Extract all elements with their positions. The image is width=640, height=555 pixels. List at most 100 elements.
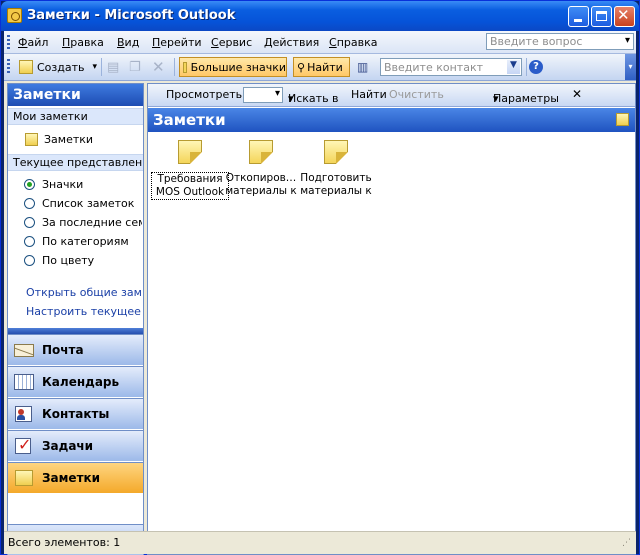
menubar-grip[interactable]: [7, 35, 10, 49]
note-caption: Требования MOS Outlook: [151, 172, 229, 200]
toolbar-separator: [174, 58, 175, 76]
notes-icon: [13, 469, 35, 487]
close-find-icon[interactable]: ✕: [572, 87, 582, 101]
view-option-label: По цвету: [42, 254, 95, 267]
menu-view[interactable]: Вид: [117, 36, 139, 49]
title-bar[interactable]: Заметки - Microsoft Outlook ✕: [1, 1, 639, 31]
nav-button-label: Контакты: [42, 407, 110, 421]
calendar-icon: [13, 373, 35, 391]
chevron-down-icon: ▾: [92, 62, 98, 72]
print-icon[interactable]: ▤: [107, 57, 123, 77]
close-button[interactable]: ✕: [614, 6, 635, 27]
note-caption: Откопиров… материалы к: [222, 172, 300, 198]
nav-button-label: Задачи: [42, 439, 94, 453]
view-option-last-seven-days[interactable]: За последние семь дней: [24, 216, 142, 229]
folder-header: Заметки: [148, 108, 635, 132]
menu-go[interactable]: Перейти: [152, 36, 202, 49]
menu-bar: Файл Правка Вид Перейти Сервис Действия …: [4, 31, 636, 54]
current-view-section: Текущее представление: [8, 154, 143, 171]
find-now-button[interactable]: Найти: [351, 88, 387, 101]
menu-help[interactable]: Справка: [329, 36, 377, 49]
tasks-icon: ✓: [13, 435, 35, 455]
options-label: Параметры: [493, 92, 559, 105]
customize-view-link[interactable]: Настроить текущее представление: [26, 305, 142, 318]
folder-title: Заметки: [153, 111, 226, 129]
nav-button-contacts[interactable]: Контакты: [8, 398, 143, 429]
menu-tools[interactable]: Сервис: [211, 36, 252, 49]
new-button-label: Создать: [37, 60, 85, 74]
chevron-down-icon: ▾: [493, 92, 499, 105]
open-shared-notes-link[interactable]: Открыть общие заметки: [26, 286, 142, 299]
note-caption-line: MOS Outlook: [155, 186, 225, 198]
nav-folder-notes[interactable]: Заметки: [25, 133, 93, 146]
find-contact-input[interactable]: Введите контакт ▼: [380, 58, 522, 76]
standard-toolbar: Создать ▾ ▤ ❐ ✕ Большие значки ⚲ Найти ▥…: [4, 54, 636, 81]
view-option-label: По категориям: [42, 235, 129, 248]
toolbar-separator: [526, 58, 527, 76]
minimize-button[interactable]: [568, 6, 589, 27]
large-icons-button[interactable]: Большие значки: [179, 57, 287, 77]
menu-file[interactable]: Файл: [18, 36, 48, 49]
nav-button-notes[interactable]: Заметки: [8, 462, 143, 493]
view-option-label: Список заметок: [42, 197, 135, 210]
mail-icon: [13, 339, 35, 359]
note-icon: [178, 140, 202, 164]
address-book-icon[interactable]: ▥: [357, 57, 375, 77]
note-caption-line: материалы к: [225, 185, 297, 197]
help-button[interactable]: ?: [529, 57, 545, 77]
view-option-by-category[interactable]: По категориям: [24, 235, 142, 248]
nav-button-tasks[interactable]: ✓ Задачи: [8, 430, 143, 461]
large-icons-label: Большие значки: [190, 60, 286, 74]
content-pane: Просмотреть: Искать в ▾ Найти Очистить П…: [147, 83, 636, 555]
view-option-icons[interactable]: Значки: [24, 178, 142, 191]
my-notes-section: Мои заметки: [8, 108, 143, 125]
view-option-notes-list[interactable]: Список заметок: [24, 197, 142, 210]
move-to-folder-icon[interactable]: ❐: [129, 57, 145, 77]
note-icon: [249, 140, 273, 164]
nav-folder-notes-label: Заметки: [44, 133, 94, 146]
view-option-label: Значки: [42, 178, 84, 191]
note-item[interactable]: Требования MOS Outlook: [151, 140, 229, 200]
nav-button-calendar[interactable]: Календарь: [8, 366, 143, 397]
toolbar-separator: [101, 58, 102, 76]
menu-actions[interactable]: Действия: [264, 36, 319, 49]
resize-grip-icon[interactable]: ⋰: [622, 538, 631, 548]
find-button[interactable]: ⚲ Найти: [293, 57, 350, 77]
clear-button[interactable]: Очистить: [389, 88, 444, 101]
radio-icon: [24, 236, 35, 247]
nav-button-label: Календарь: [42, 375, 120, 389]
note-caption-line: Подготовить: [300, 172, 372, 184]
nav-button-label: Заметки: [42, 471, 101, 485]
outlook-app-icon[interactable]: [7, 8, 22, 23]
note-item[interactable]: Подготовить материалы к: [297, 140, 375, 198]
notes-folder-icon: [25, 133, 38, 146]
nav-button-label: Почта: [42, 343, 84, 357]
radio-icon: [24, 198, 35, 209]
toolbar-grip[interactable]: [7, 59, 10, 75]
note-caption-line: Откопиров…: [225, 172, 297, 184]
radio-icon: [24, 255, 35, 266]
nav-button-mail[interactable]: Почта: [8, 334, 143, 365]
navigation-pane: Заметки Мои заметки Заметки Текущее пред…: [7, 83, 144, 555]
new-button[interactable]: Создать ▾: [16, 57, 98, 77]
ask-question-input[interactable]: Введите вопрос: [486, 33, 634, 50]
toolbar-options-icon[interactable]: ▾: [625, 54, 636, 80]
view-option-by-color[interactable]: По цвету: [24, 254, 142, 267]
binoculars-icon: ⚲: [297, 60, 306, 74]
maximize-button[interactable]: [591, 6, 612, 27]
search-in-label: Искать в: [288, 92, 339, 105]
look-for-input[interactable]: [243, 87, 283, 103]
note-item[interactable]: Откопиров… материалы к: [222, 140, 300, 198]
note-icon: [324, 140, 348, 164]
outlook-window: Заметки - Microsoft Outlook ✕ Файл Правк…: [0, 0, 640, 555]
chevron-down-icon[interactable]: ▼: [507, 60, 520, 74]
new-note-icon: [19, 60, 33, 74]
delete-icon[interactable]: ✕: [152, 57, 168, 77]
status-item-count: Всего элементов: 1: [8, 536, 121, 549]
radio-selected-icon: [24, 179, 35, 190]
menu-edit[interactable]: Правка: [62, 36, 104, 49]
radio-icon: [24, 217, 35, 228]
find-contact-placeholder: Введите контакт: [384, 61, 483, 74]
find-bar: Просмотреть: Искать в ▾ Найти Очистить П…: [148, 84, 635, 107]
look-for-label: Просмотреть:: [166, 88, 246, 101]
